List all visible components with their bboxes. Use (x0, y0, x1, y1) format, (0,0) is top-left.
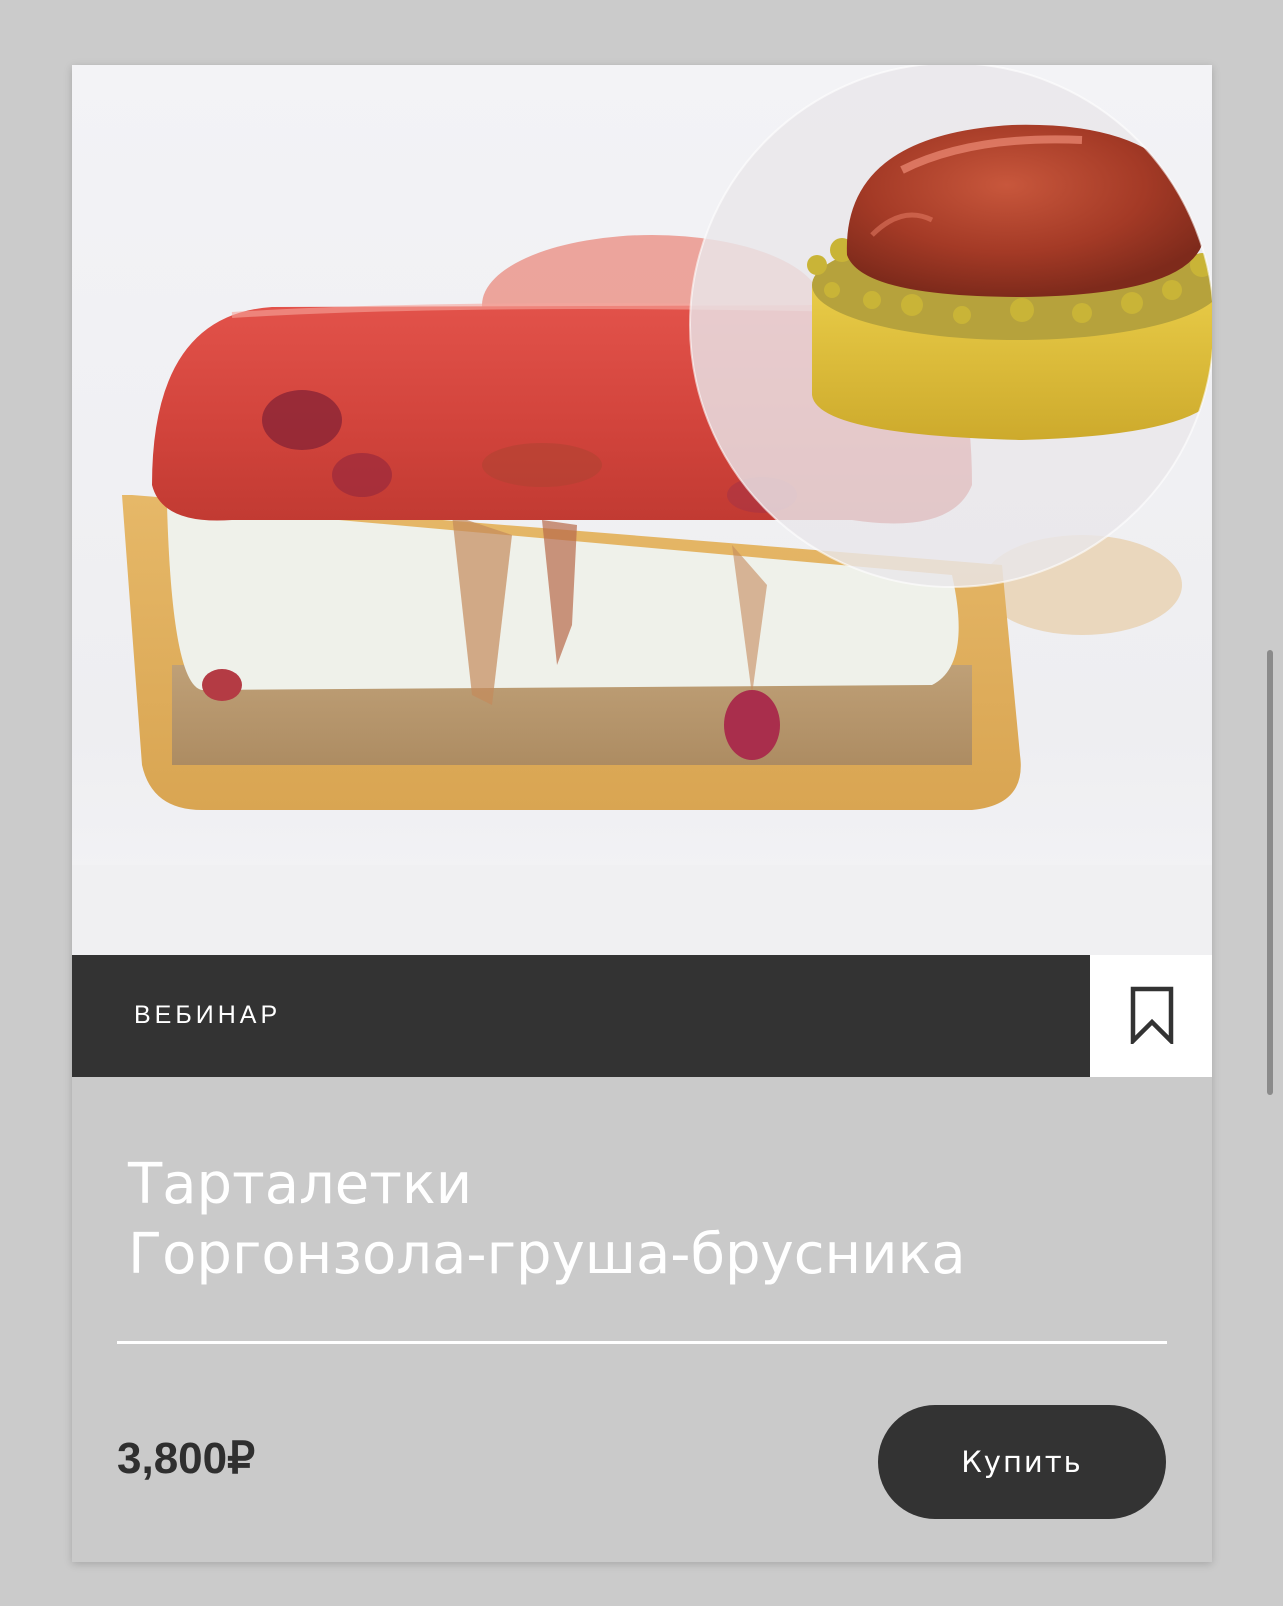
buy-button[interactable]: Купить (878, 1405, 1166, 1519)
bookmark-icon (1130, 986, 1174, 1044)
title-line-2: Горгонзола-груша-брусника (128, 1222, 966, 1287)
category-bar: ВЕБИНАР (72, 955, 1090, 1077)
tart-illustration (72, 65, 1212, 955)
price: 3,800₽ (117, 1434, 256, 1483)
course-card[interactable]: ВЕБИНАР Тарталетки Горгонзола-груша-брус… (72, 65, 1212, 1562)
inset-image (689, 65, 1212, 588)
title-line-1: Тарталетки (128, 1152, 473, 1217)
bookmark-button[interactable] (1090, 955, 1212, 1077)
hero-image (72, 65, 1212, 955)
scrollbar[interactable] (1267, 650, 1273, 1095)
category-label: ВЕБИНАР (134, 1001, 282, 1029)
course-title[interactable]: Тарталетки Горгонзола-груша-брусника (128, 1150, 1128, 1290)
divider (117, 1341, 1167, 1344)
page: ВЕБИНАР Тарталетки Горгонзола-груша-брус… (0, 0, 1283, 1606)
